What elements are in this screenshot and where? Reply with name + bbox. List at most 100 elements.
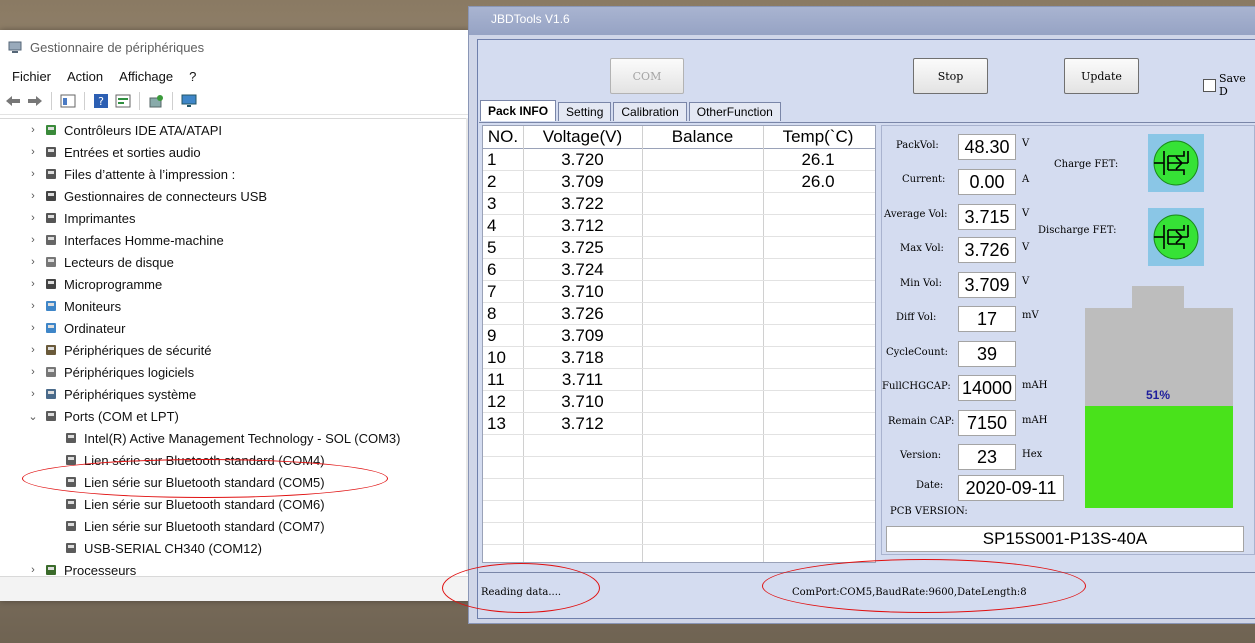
mosfet-on-icon (1153, 140, 1199, 186)
tree-item-label: Périphériques système (64, 386, 197, 402)
checkbox-box[interactable] (1203, 78, 1216, 92)
chevron-right-icon[interactable]: › (26, 212, 40, 224)
tree-category[interactable]: › Lecteurs de disque (0, 251, 174, 273)
stop-button[interactable]: Stop (913, 58, 988, 94)
computer-icon (43, 321, 59, 335)
forward-button[interactable] (26, 92, 44, 110)
chevron-right-icon[interactable]: › (26, 564, 40, 575)
tree-category[interactable]: › Processeurs (0, 559, 136, 575)
tree-category[interactable]: › Files d’attente à l’impression : (0, 163, 235, 185)
toolbar-separator (51, 92, 52, 110)
tree-item-label: Files d’attente à l’impression : (64, 166, 236, 182)
help-button[interactable]: ? (92, 92, 110, 110)
chevron-right-icon[interactable]: › (26, 322, 40, 334)
chevron-right-icon[interactable]: › (26, 278, 40, 290)
tree-category[interactable]: › Périphériques de sécurité (0, 339, 211, 361)
menu-fichier[interactable]: Fichier (4, 69, 59, 84)
tab-calibration[interactable]: Calibration (613, 102, 687, 121)
chevron-right-icon[interactable]: › (26, 124, 40, 136)
cell-balance (642, 281, 763, 303)
back-button[interactable] (4, 92, 22, 110)
tree-category[interactable]: ⌄ Ports (COM et LPT) (0, 405, 178, 427)
tree-device[interactable]: Lien série sur Bluetooth standard (COM7) (0, 515, 325, 537)
update-button[interactable]: Update (1064, 58, 1139, 94)
cell-balance (642, 347, 763, 369)
view-button[interactable] (114, 92, 132, 110)
current-unit: A (1022, 174, 1030, 185)
toolbar-separator (84, 92, 85, 110)
monitor-button[interactable] (180, 92, 198, 110)
device-manager-titlebar[interactable]: Gestionnaire de périphériques (0, 30, 470, 64)
cell-voltage: 3.726 (561, 304, 604, 323)
chevron-right-icon[interactable]: › (26, 256, 40, 268)
tab-pack-info[interactable]: Pack INFO (480, 100, 557, 121)
discharge-fet-label: Discharge FET: (1038, 225, 1117, 236)
menu-help[interactable]: ? (181, 69, 204, 84)
cell-temperature (763, 413, 873, 435)
date-label: Date: (916, 480, 944, 491)
cell-temperature (763, 215, 873, 237)
row-divider (483, 522, 875, 523)
cell-temperature (763, 369, 873, 391)
cell-voltage: 3.712 (561, 414, 604, 433)
tree-category[interactable]: › Entrées et sorties audio (0, 141, 200, 163)
cell-balance (642, 413, 763, 435)
discharge-fet-indicator (1148, 208, 1204, 266)
charge-fet-indicator (1148, 134, 1204, 192)
cell-temperature (763, 391, 873, 413)
cell-number: 6 (487, 260, 497, 279)
cell-temperature (763, 193, 873, 215)
jbdtools-title[interactable]: JBDTools V1.6 (469, 7, 1255, 35)
tree-item-label: Microprogramme (64, 276, 163, 292)
header-balance: Balance (671, 127, 734, 146)
toolbar-separator (172, 92, 173, 110)
tree-category[interactable]: › Contrôleurs IDE ATA/ATAPI (0, 119, 222, 141)
chevron-right-icon[interactable]: › (26, 366, 40, 378)
pack-summary-panel: PackVol: 48.30 V Current: 0.00 A Average… (881, 125, 1255, 555)
tab-setting[interactable]: Setting (558, 102, 612, 121)
tree-device[interactable]: USB-SERIAL CH340 (COM12) (0, 537, 262, 559)
row-divider (483, 478, 875, 479)
menu-action[interactable]: Action (59, 69, 111, 84)
chevron-right-icon[interactable]: › (26, 190, 40, 202)
tree-category[interactable]: › Gestionnaires de connecteurs USB (0, 185, 267, 207)
software-device-icon (43, 365, 59, 379)
cell-voltage: 3.722 (561, 194, 604, 213)
tree-category[interactable]: › Périphériques logiciels (0, 361, 194, 383)
chevron-right-icon[interactable]: › (26, 146, 40, 158)
version-value: 23 (958, 444, 1016, 470)
save-data-checkbox[interactable]: Save D (1203, 72, 1255, 98)
device-manager-statusbar (0, 576, 470, 601)
tree-category[interactable]: › Ordinateur (0, 317, 125, 339)
cell-number: 11 (487, 370, 505, 389)
tree-item-label: Lien série sur Bluetooth standard (COM7) (84, 518, 325, 534)
tree-category[interactable]: › Imprimantes (0, 207, 135, 229)
tree-category[interactable]: › Microprogramme (0, 273, 162, 295)
tree-device[interactable]: Intel(R) Active Management Technology - … (0, 427, 400, 449)
full-chg-cap-unit: mAH (1022, 380, 1048, 391)
cell-voltage-table[interactable]: NO. Voltage(V) Balance Temp(`C) 1 3.720 26… (482, 125, 876, 563)
menu-affichage[interactable]: Affichage (111, 69, 181, 84)
cell-temperature (763, 325, 873, 347)
chevron-right-icon[interactable]: › (26, 344, 40, 356)
properties-button[interactable] (59, 92, 77, 110)
cell-number: 5 (487, 238, 497, 257)
com-button[interactable]: COM (610, 58, 684, 94)
tree-category[interactable]: › Interfaces Homme-machine (0, 229, 224, 251)
chevron-right-icon[interactable]: › (26, 234, 40, 246)
tab-other-function[interactable]: OtherFunction (688, 102, 781, 121)
tree-category[interactable]: › Moniteurs (0, 295, 121, 317)
forward-arrow-icon (28, 96, 42, 106)
tree-item-label: Périphériques de sécurité (64, 342, 212, 358)
scan-hardware-button[interactable] (147, 92, 165, 110)
pcb-version-label: PCB VERSION: (890, 506, 968, 517)
chevron-right-icon[interactable]: › (26, 300, 40, 312)
table-header: NO. Voltage(V) Balance Temp(`C) (483, 126, 875, 149)
port-icon (63, 497, 79, 511)
chevron-right-icon[interactable]: › (26, 388, 40, 400)
device-manager-app-icon (8, 41, 22, 53)
chevron-right-icon[interactable]: › (26, 168, 40, 180)
tree-category[interactable]: › Périphériques système (0, 383, 196, 405)
version-unit: Hex (1022, 449, 1043, 460)
chevron-down-icon[interactable]: ⌄ (26, 410, 40, 423)
